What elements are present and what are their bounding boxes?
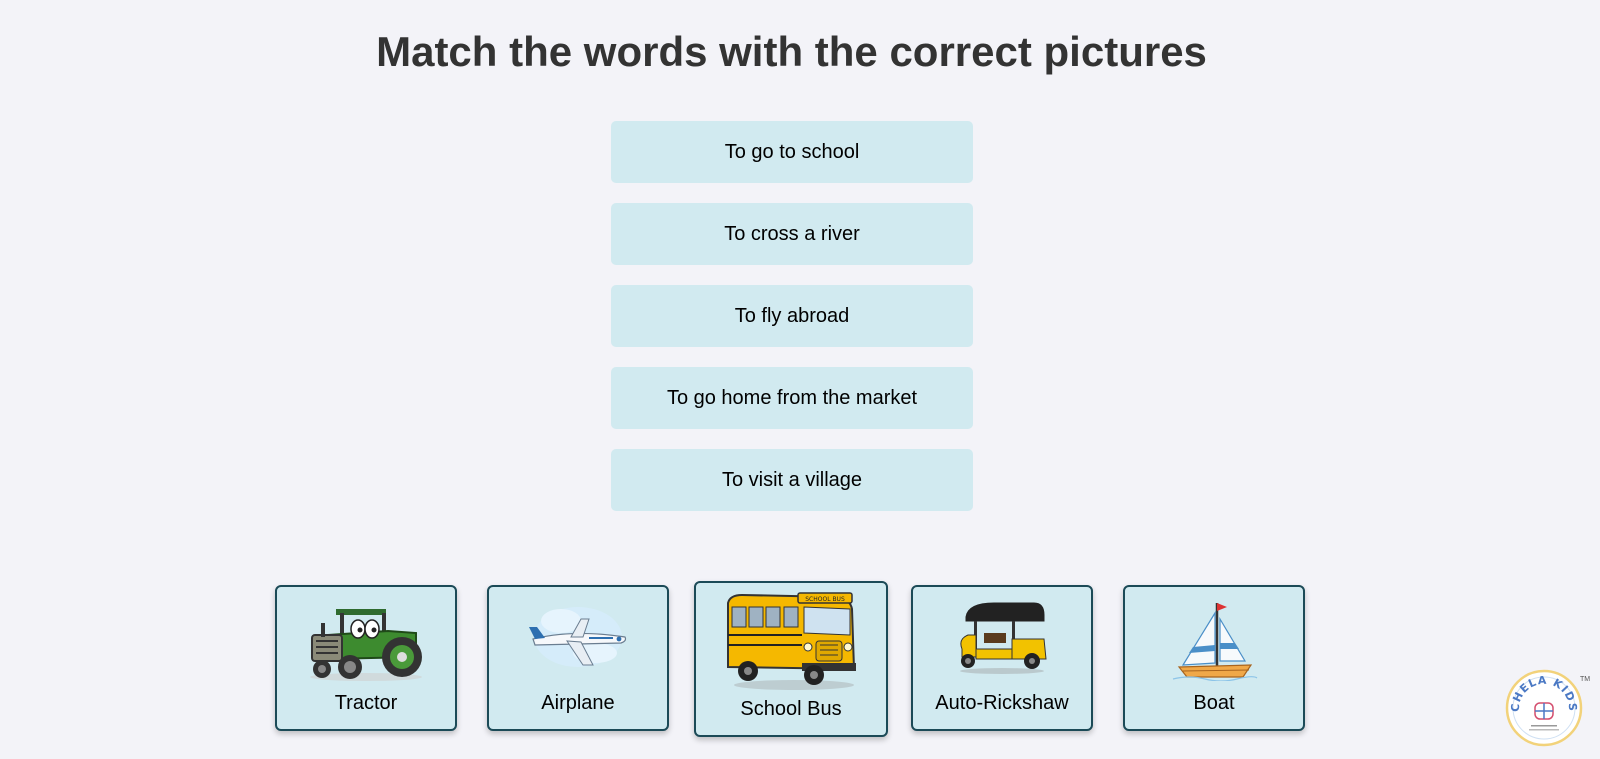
- card-label: Boat: [1193, 692, 1235, 714]
- card-tractor[interactable]: Tractor: [275, 585, 457, 731]
- boat-icon: [1169, 599, 1259, 686]
- card-airplane[interactable]: Airplane: [487, 585, 669, 731]
- tractor-icon: [306, 599, 426, 686]
- airplane-icon: [523, 599, 633, 680]
- trademark-mark: TM: [1580, 676, 1591, 683]
- card-auto-rickshaw[interactable]: Auto-Rickshaw: [911, 585, 1093, 731]
- card-school-bus[interactable]: SCHOOL BUS School Bus: [694, 581, 888, 737]
- card-boat[interactable]: Boat: [1123, 585, 1305, 731]
- school-bus-sign-text: SCHOOL BUS: [805, 596, 845, 603]
- chela-kids-logo: CHELA KIDS: [1505, 669, 1583, 747]
- school-bus-icon: SCHOOL BUS: [724, 589, 858, 696]
- auto-rickshaw-icon: [954, 599, 1050, 680]
- card-label: Airplane: [541, 692, 615, 714]
- card-label: Tractor: [334, 692, 398, 714]
- card-label: School Bus: [740, 698, 842, 720]
- card-label: Auto-Rickshaw: [935, 692, 1069, 714]
- picture-card-row: Tractor Airplane SCHOOL BUS School Bus A…: [0, 0, 1600, 759]
